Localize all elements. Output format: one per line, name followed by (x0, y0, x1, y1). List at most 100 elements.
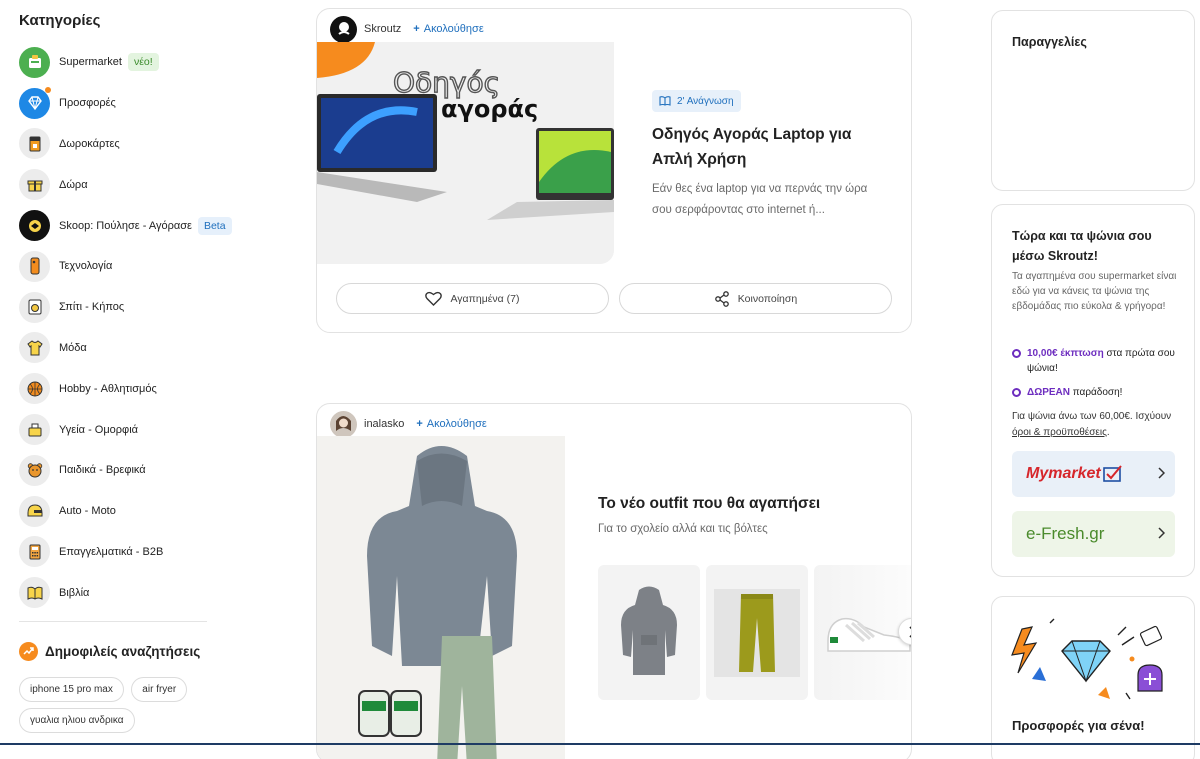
category-skoop[interactable]: Skoop: Πούλησε - Αγόρασε Beta (19, 205, 232, 246)
cart-check-icon (1102, 465, 1122, 482)
category-label: Προσφορές (59, 97, 116, 110)
diamond-icon (19, 86, 51, 119)
orders-title: Παραγγελίες (1012, 35, 1087, 49)
popular-searches-title: Δημοφιλείς αναζητήσεις (45, 644, 201, 659)
category-kids-baby[interactable]: Παιδικά - Βρεφικά (19, 450, 229, 491)
giftcard-icon (19, 128, 50, 160)
article-title[interactable]: Οδηγός Αγοράς Laptop για Απλή Χρήση (652, 122, 882, 172)
share-label: Κοινοποίηση (737, 292, 798, 305)
author-name[interactable]: Skroutz (364, 23, 401, 35)
category-hobby-sports[interactable]: Hobby - Αθλητισμός (19, 368, 229, 409)
perk-bold: 10,00€ έκπτωση (1027, 348, 1104, 359)
category-health-beauty[interactable]: Υγεία - Ομορφιά (19, 409, 229, 450)
perk-discount: 10,00€ έκπτωση στα πρώτα σου ψώνια! (1012, 346, 1192, 376)
terms-text: Για ψώνια άνω των 60,00€. Ισχύουν (1012, 411, 1172, 422)
hero-text-bold: αγοράς (441, 95, 539, 123)
grocery-title: Τώρα και τα ψώνια σου μέσω Skroutz! (1012, 229, 1152, 263)
favorites-label: Αγαπημένα (7) (450, 292, 520, 305)
perk-bold: ΔΩΡΕΑΝ (1027, 387, 1070, 398)
terms-note: Για ψώνια άνω των 60,00€. Ισχύουν όροι &… (1012, 409, 1192, 441)
follow-button[interactable]: + Ακολούθησε (416, 418, 486, 430)
categories-title: Κατηγορίες (19, 12, 101, 29)
store-mymarket-button[interactable]: Mymarket (1012, 451, 1175, 497)
article-card[interactable]: Skroutz + Ακολούθησε Οδηγός αγοράς 2' Ανά… (316, 8, 912, 333)
category-label: Σπίτι - Κήπος (59, 301, 125, 314)
category-label: Παιδικά - Βρεφικά (59, 464, 146, 477)
promo-icon (1012, 349, 1021, 358)
product-hoodie[interactable] (598, 565, 700, 700)
category-label: Επαγγελματικά - B2B (59, 545, 164, 558)
category-auto-moto[interactable]: Auto - Moto (19, 491, 229, 532)
favorites-button[interactable]: Αγαπημένα (7) (336, 283, 609, 314)
outfit-card[interactable]: inalasko + Ακολούθησε Το νέο outfit που θ… (316, 403, 912, 759)
phone-icon (19, 250, 50, 282)
category-gifts[interactable]: Δώρα (19, 164, 229, 205)
beta-badge: Beta (197, 216, 232, 235)
search-chip[interactable]: air fryer (131, 677, 188, 702)
author-row: Skroutz + Ακολούθησε (330, 15, 484, 43)
category-label: Δώρα (59, 178, 88, 191)
outfit-image[interactable] (317, 436, 565, 759)
search-chip[interactable]: γυαλια ηλιου ανδρικα (19, 708, 135, 733)
category-technology[interactable]: Τεχνολογία (19, 246, 229, 287)
category-label: Υγεία - Ομορφιά (59, 423, 138, 436)
read-time-label: 2' Ανάγνωση (677, 95, 734, 107)
promo-icon (1012, 388, 1021, 397)
category-giftcards[interactable]: Δωροκάρτες (19, 124, 229, 165)
category-label: Μόδα (59, 341, 87, 354)
category-supermarket[interactable]: Supermarket νέο! (19, 42, 229, 83)
popular-searches-header: Δημοφιλείς αναζητήσεις (19, 642, 200, 661)
helmet-icon (19, 495, 50, 527)
bottom-divider (0, 743, 1200, 745)
category-offers[interactable]: Προσφορές (19, 83, 229, 124)
efresh-logo: e-Fresh.gr (1026, 524, 1105, 543)
category-label: Supermarket (59, 56, 122, 69)
skroutz-avatar[interactable] (330, 15, 357, 43)
grocery-text: Τα αγαπημένα σου supermarket είναι εδώ γ… (1012, 271, 1177, 312)
search-chip[interactable]: iphone 15 pro max (19, 677, 124, 702)
inalasko-avatar[interactable] (330, 410, 357, 438)
orders-panel: Παραγγελίες (991, 10, 1195, 191)
offers-panel[interactable]: Προσφορές για σένα! (991, 596, 1195, 759)
category-label: Βιβλία (59, 586, 90, 599)
shirt-icon (19, 332, 50, 364)
category-b2b[interactable]: Επαγγελματικά - B2B (19, 532, 229, 573)
new-badge: νέο! (127, 53, 159, 72)
chevron-right-icon (1158, 467, 1165, 479)
categories-sidebar: Κατηγορίες Supermarket νέο! Προσφορές Δω… (0, 0, 232, 759)
chevron-right-icon (908, 625, 911, 638)
supermarket-icon (19, 46, 50, 78)
share-button[interactable]: Κοινοποίηση (619, 283, 892, 314)
follow-button[interactable]: + Ακολούθησε (413, 23, 483, 35)
gift-icon (19, 169, 50, 201)
teddy-icon (19, 454, 50, 486)
share-icon (714, 290, 729, 307)
heart-icon (425, 291, 443, 306)
article-description: Εάν θες ένα laptop για να περνάς την ώρα… (652, 183, 868, 216)
perk-text: παράδοση! (1070, 387, 1123, 398)
beauty-icon (19, 414, 50, 446)
book-icon (19, 577, 50, 609)
category-books[interactable]: Βιβλία (19, 572, 229, 613)
mymarket-logo: Mymarket (1026, 465, 1101, 482)
category-label: Auto - Moto (59, 505, 116, 518)
sidebar-divider (19, 621, 207, 622)
follow-label: Ακολούθησε (426, 418, 487, 430)
terms-link[interactable]: όροι & προϋποθέσεις (1012, 427, 1107, 438)
author-row: inalasko + Ακολούθησε (330, 410, 487, 438)
product-pants[interactable] (706, 565, 808, 700)
category-label: Hobby - Αθλητισμός (59, 382, 157, 395)
skoop-icon (19, 210, 50, 242)
category-label: Δωροκάρτες (59, 137, 120, 150)
author-name[interactable]: inalasko (364, 418, 404, 430)
ball-icon (19, 373, 50, 405)
offers-title: Προσφορές για σένα! (1012, 718, 1145, 733)
category-list: Supermarket νέο! Προσφορές Δωροκάρτες Δώ… (19, 42, 232, 613)
book-open-icon (659, 96, 671, 106)
outfit-title[interactable]: Το νέο outfit που θα αγαπήσει (598, 495, 820, 513)
category-label: Τεχνολογία (59, 260, 113, 273)
category-home-garden[interactable]: Σπίτι - Κήπος (19, 287, 229, 328)
store-efresh-button[interactable]: e-Fresh.gr (1012, 511, 1175, 557)
category-fashion[interactable]: Μόδα (19, 328, 229, 369)
popular-search-chips: iphone 15 pro max air fryer γυαλια ηλιου… (19, 677, 219, 739)
